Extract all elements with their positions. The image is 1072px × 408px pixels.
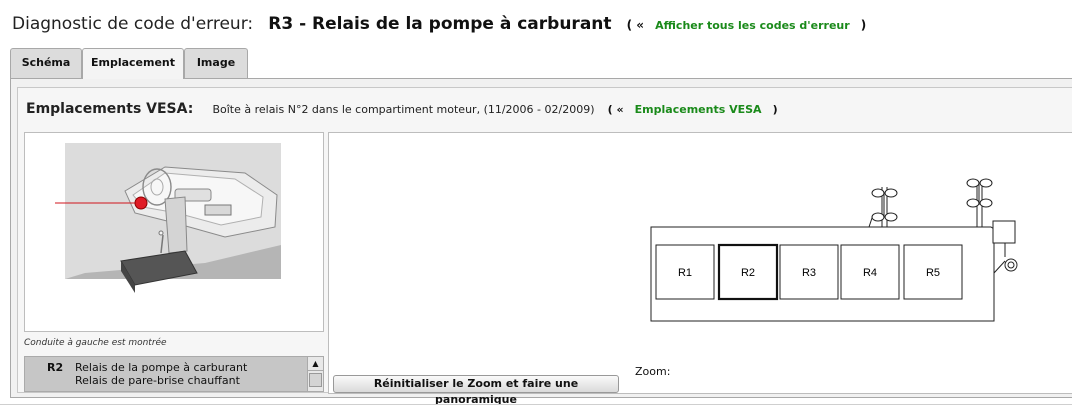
zoom-label: Zoom: [635, 365, 671, 378]
tab-image[interactable]: Image [184, 48, 248, 78]
page-header: Diagnostic de code d'erreur: R3 - Relais… [12, 14, 866, 38]
location-inner: Emplacements VESA: Boîte à relais N°2 da… [17, 87, 1072, 406]
dashboard-illustration [55, 143, 281, 293]
relay-R1-label: R1 [678, 267, 692, 279]
close-paren: ) [860, 18, 867, 32]
relay-R3-label: R3 [802, 267, 816, 279]
scroll-thumb[interactable] [309, 373, 322, 387]
relay-R5-label: R5 [926, 267, 940, 279]
open-paren: ( « [626, 18, 645, 32]
relay-list[interactable]: R2 Relais de la pompe à carburant Relais… [24, 356, 324, 392]
vesa-label: Emplacements VESA: [26, 101, 194, 117]
tab-schema[interactable]: Schéma [10, 48, 82, 78]
relay-list-code: R2 [47, 361, 64, 374]
show-all-codes-link[interactable]: Afficher tous les codes d'erreur [655, 19, 850, 32]
relay-list-scrollbar[interactable]: ▲ [307, 357, 323, 391]
vesa-open-paren: ( « [607, 103, 624, 116]
vesa-row: Emplacements VESA: Boîte à relais N°2 da… [26, 98, 778, 117]
relay-list-line-2: Relais de pare-brise chauffant [75, 374, 240, 387]
location-panel: Emplacements VESA: Boîte à relais N°2 da… [10, 78, 1072, 406]
tab-emplacement[interactable]: Emplacement [82, 48, 184, 79]
relay-R2-label: R2 [741, 267, 755, 279]
relay-box-diagram[interactable]: R1 R2 R3 R4 R5 Réinitialiser le Zoom et … [328, 132, 1072, 406]
page-title-prefix: Diagnostic de code d'erreur: [12, 14, 254, 34]
vesa-locations-link[interactable]: Emplacements VESA [635, 103, 762, 116]
vesa-close-paren: ) [772, 103, 778, 116]
error-code-title: R3 - Relais de la pompe à carburant [268, 14, 612, 34]
page-bottom-divider [0, 404, 1072, 408]
scroll-up-icon[interactable]: ▲ [308, 357, 323, 371]
reset-zoom-button[interactable]: Réinitialiser le Zoom et faire une panor… [333, 375, 619, 406]
relay-list-line-1: Relais de la pompe à carburant [75, 361, 248, 374]
vehicle-location-image [24, 132, 324, 332]
image-caption: Conduite à gauche est montrée [24, 338, 167, 348]
relay-R4-label: R4 [863, 267, 877, 279]
vesa-description: Boîte à relais N°2 dans le compartiment … [212, 103, 595, 116]
relay-box-svg: R1 R2 R3 R4 R5 [650, 178, 1018, 322]
